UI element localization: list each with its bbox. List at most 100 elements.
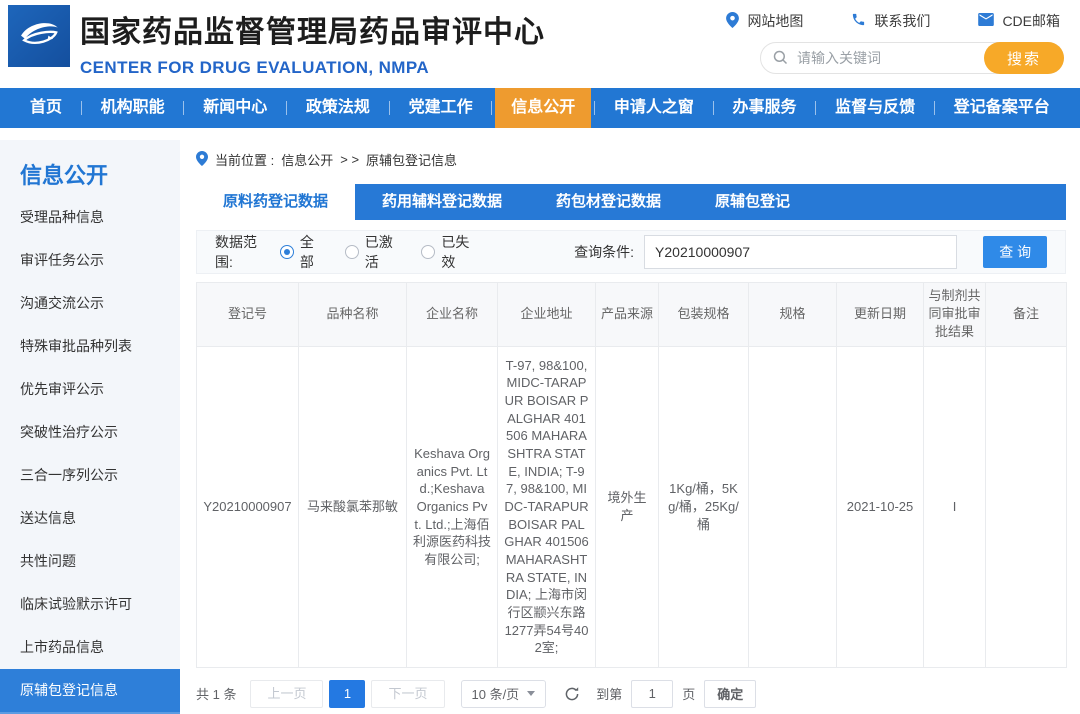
col-company-name: 企业名称 xyxy=(407,283,498,347)
goto-prefix: 到第 xyxy=(596,684,622,703)
main-nav: 首页 机构职能 新闻中心 政策法规 党建工作 信息公开 申请人之窗 办事服务 监… xyxy=(0,88,1080,128)
data-tabs: 原料药登记数据 药用辅料登记数据 药包材登记数据 原辅包登记 xyxy=(196,184,1066,220)
sidebar-item-review-tasks[interactable]: 审评任务公示 xyxy=(0,239,180,282)
sidebar-item-communication[interactable]: 沟通交流公示 xyxy=(0,282,180,325)
quick-link-label: CDE邮箱 xyxy=(1002,11,1060,31)
cell-joint-approval-result: I xyxy=(924,346,986,667)
radio-all-circle-icon[interactable] xyxy=(280,245,294,259)
next-page-button[interactable]: 下一页 xyxy=(371,680,444,708)
pagination-total: 共 1 条 xyxy=(196,684,236,703)
quick-link-mailbox[interactable]: CDE邮箱 xyxy=(978,11,1060,31)
scope-radio-group: 全部 已激活 已失效 xyxy=(280,232,474,272)
tab-api-registration[interactable]: 原料药登记数据 xyxy=(196,184,355,220)
col-company-address: 企业地址 xyxy=(498,283,596,347)
sidebar-item-accepted-varieties[interactable]: 受理品种信息 xyxy=(0,196,180,239)
col-reg-no: 登记号 xyxy=(197,283,299,347)
cell-company-address: T-97, 98&100, MIDC-TARAPUR BOISAR PALGHA… xyxy=(498,346,596,667)
prev-page-button[interactable]: 上一页 xyxy=(250,680,323,708)
pagination: 共 1 条 上一页 1 下一页 10 条/页 到第 页 确定 xyxy=(196,680,1066,708)
breadcrumb-section[interactable]: 信息公开 xyxy=(281,150,333,169)
col-product-source: 产品来源 xyxy=(596,283,659,347)
goto-page-input[interactable] xyxy=(631,680,673,708)
registry-table: 登记号 品种名称 企业名称 企业地址 产品来源 包装规格 规格 更新日期 与制剂… xyxy=(196,282,1067,668)
site-header: 国家药品监督管理局药品审评中心 CENTER FOR DRUG EVALUATI… xyxy=(0,0,1080,88)
tab-packaging-registration[interactable]: 药包材登记数据 xyxy=(529,184,688,220)
sidebar-item-clinical-trial-license[interactable]: 临床试验默示许可 xyxy=(0,583,180,626)
sidebar-item-delivery-info[interactable]: 送达信息 xyxy=(0,497,180,540)
sidebar-item-excipient-registration[interactable]: 原辅包登记信息 xyxy=(0,669,180,712)
breadcrumb-separator: > > xyxy=(340,152,359,167)
nav-item-services[interactable]: 办事服务 xyxy=(716,88,812,128)
nav-separator xyxy=(594,101,595,115)
cell-update-date: 2021-10-25 xyxy=(837,346,924,667)
cde-logo[interactable] xyxy=(8,5,70,67)
sidebar-item-common-issues[interactable]: 共性问题 xyxy=(0,540,180,583)
radio-expired-circle-icon[interactable] xyxy=(421,245,435,259)
site-title: 国家药品监督管理局药品审评中心 xyxy=(80,7,545,51)
phone-icon xyxy=(851,12,866,30)
nav-item-home[interactable]: 首页 xyxy=(14,88,78,128)
tab-excipient-registration[interactable]: 药用辅料登记数据 xyxy=(355,184,529,220)
sidebar-item-breakthrough-therapy[interactable]: 突破性治疗公示 xyxy=(0,411,180,454)
page: 国家药品监督管理局药品审评中心 CENTER FOR DRUG EVALUATI… xyxy=(0,0,1080,714)
nav-item-functions[interactable]: 机构职能 xyxy=(85,88,181,128)
nav-item-news[interactable]: 新闻中心 xyxy=(187,88,283,128)
nav-separator xyxy=(815,101,816,115)
sidebar-item-special-approval[interactable]: 特殊审批品种列表 xyxy=(0,325,180,368)
search-button[interactable]: 搜索 xyxy=(984,42,1064,74)
nav-separator xyxy=(934,101,935,115)
page-size-label: 10 条/页 xyxy=(472,684,520,703)
radio-all[interactable]: 全部 xyxy=(280,232,321,272)
cell-product-name: 马来酸氯苯那敏 xyxy=(299,346,407,667)
caret-down-icon xyxy=(527,691,535,696)
goto-suffix: 页 xyxy=(682,684,695,703)
nav-separator xyxy=(81,101,82,115)
col-remark: 备注 xyxy=(986,283,1067,347)
nav-item-info-disclosure[interactable]: 信息公开 xyxy=(495,88,591,128)
radio-expired[interactable]: 已失效 xyxy=(421,232,474,272)
col-spec: 规格 xyxy=(749,283,837,347)
site-search: 搜索 xyxy=(760,42,1064,74)
quick-link-label: 联系我们 xyxy=(874,11,930,31)
cell-spec xyxy=(749,346,837,667)
cell-package-spec: 1Kg/桶，5Kg/桶，25Kg/桶 xyxy=(659,346,749,667)
quick-link-contact[interactable]: 联系我们 xyxy=(851,11,930,31)
cell-reg-no: Y20210000907 xyxy=(197,346,299,667)
sidebar-title: 信息公开 xyxy=(0,140,180,196)
main-content: 当前位置 : 信息公开 > > 原辅包登记信息 原料药登记数据 药用辅料登记数据… xyxy=(196,128,1066,714)
query-button[interactable]: 查 询 xyxy=(983,236,1047,268)
col-product-name: 品种名称 xyxy=(299,283,407,347)
nav-item-registration-platform[interactable]: 登记备案平台 xyxy=(938,88,1066,128)
col-joint-approval-result: 与制剂共同审批审批结果 xyxy=(924,283,986,347)
table-header-row: 登记号 品种名称 企业名称 企业地址 产品来源 包装规格 规格 更新日期 与制剂… xyxy=(197,283,1067,347)
query-input[interactable] xyxy=(644,235,957,269)
nav-separator xyxy=(389,101,390,115)
sidebar-item-marketed-drugs[interactable]: 上市药品信息 xyxy=(0,626,180,669)
refresh-icon[interactable] xyxy=(564,686,580,702)
nav-item-party[interactable]: 党建工作 xyxy=(393,88,489,128)
quick-link-sitemap[interactable]: 网站地图 xyxy=(726,11,803,31)
cell-remark xyxy=(986,346,1067,667)
page-body: 信息公开 受理品种信息 审评任务公示 沟通交流公示 特殊审批品种列表 优先审评公… xyxy=(0,128,1080,714)
col-package-spec: 包装规格 xyxy=(659,283,749,347)
radio-activated-circle-icon[interactable] xyxy=(345,245,359,259)
nav-separator xyxy=(183,101,184,115)
col-update-date: 更新日期 xyxy=(837,283,924,347)
page-size-select[interactable]: 10 条/页 xyxy=(461,680,547,708)
sidebar: 信息公开 受理品种信息 审评任务公示 沟通交流公示 特殊审批品种列表 优先审评公… xyxy=(0,140,180,714)
breadcrumb-pin-icon xyxy=(196,151,208,169)
nav-item-supervision[interactable]: 监督与反馈 xyxy=(819,88,931,128)
location-pin-icon xyxy=(726,12,739,31)
sidebar-item-three-in-one[interactable]: 三合一序列公示 xyxy=(0,454,180,497)
confirm-button[interactable]: 确定 xyxy=(704,680,756,708)
nav-item-applicant-window[interactable]: 申请人之窗 xyxy=(598,88,710,128)
radio-activated[interactable]: 已激活 xyxy=(345,232,398,272)
sidebar-item-priority-review[interactable]: 优先审评公示 xyxy=(0,368,180,411)
current-page-button[interactable]: 1 xyxy=(329,680,365,708)
breadcrumb: 当前位置 : 信息公开 > > 原辅包登记信息 xyxy=(196,150,1066,169)
breadcrumb-prefix: 当前位置 : xyxy=(215,150,274,169)
tab-all-registration[interactable]: 原辅包登记 xyxy=(688,184,817,220)
radio-expired-label: 已失效 xyxy=(441,232,474,272)
cell-product-source: 境外生产 xyxy=(596,346,659,667)
nav-item-policies[interactable]: 政策法规 xyxy=(290,88,386,128)
